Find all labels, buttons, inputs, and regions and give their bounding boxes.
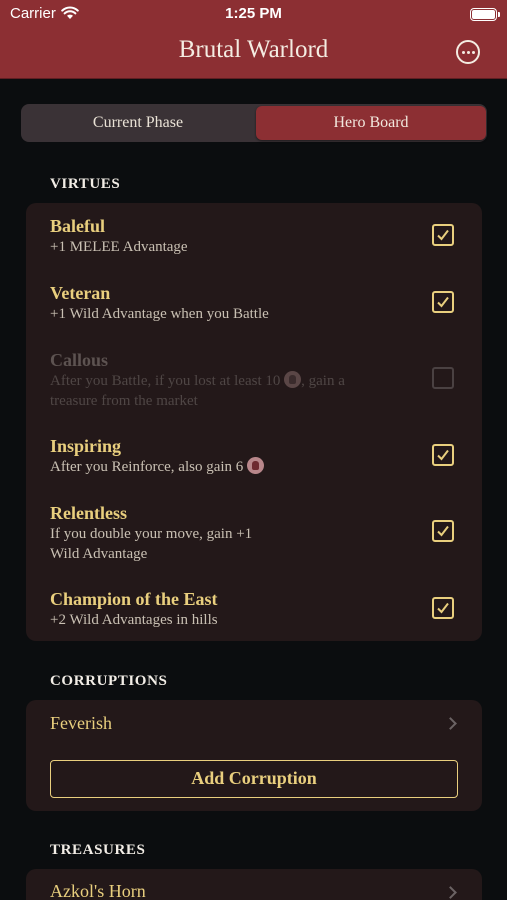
corruptions-list: Feverish Add Corruption <box>26 700 482 811</box>
segmented-control: Current Phase Hero Board <box>21 104 487 142</box>
treasure-azkols-horn[interactable]: Azkol's Horn <box>50 881 146 900</box>
virtue-name: Callous <box>50 350 109 370</box>
virtue-description-part: , gain a <box>301 373 345 389</box>
virtue-description: After you Reinforce, also gain 6 <box>50 457 430 477</box>
virtue-description-line2: treasure from the market <box>50 393 198 409</box>
page-title: Brutal Warlord <box>178 36 329 63</box>
checkbox-baleful[interactable] <box>432 224 454 246</box>
virtue-description-part: After you Battle, if you lost at least 1… <box>50 373 281 389</box>
clock: 1:25 PM <box>225 5 282 22</box>
virtue-name: Champion of the East <box>50 589 218 609</box>
virtue-baleful: Baleful +1 MELEE Advantage <box>50 215 430 257</box>
virtue-relentless: Relentless If you double your move, gain… <box>50 502 430 564</box>
virtue-champion-of-the-east: Champion of the East +2 Wild Advantages … <box>50 588 430 630</box>
tab-hero-board[interactable]: Hero Board <box>256 106 486 140</box>
status-bar: Carrier 1:25 PM <box>0 0 507 30</box>
virtues-list: Baleful +1 MELEE Advantage Veteran +1 Wi… <box>26 203 482 641</box>
checkbox-relentless[interactable] <box>432 520 454 542</box>
virtues-header: VIRTUES <box>50 176 121 192</box>
checkbox-champion-of-the-east[interactable] <box>432 597 454 619</box>
virtue-callous: Callous After you Battle, if you lost at… <box>50 349 430 411</box>
ellipsis-dot <box>467 51 470 54</box>
checkbox-veteran[interactable] <box>432 291 454 313</box>
reinforcement-token-icon <box>247 457 265 474</box>
add-corruption-button[interactable]: Add Corruption <box>50 760 458 798</box>
chevron-right-icon <box>444 717 457 730</box>
virtue-inspiring: Inspiring After you Reinforce, also gain… <box>50 435 430 477</box>
battery-icon <box>470 8 500 21</box>
virtue-name: Relentless <box>50 503 127 523</box>
virtue-description: +1 Wild Advantage when you Battle <box>50 306 269 322</box>
virtue-name: Veteran <box>50 283 111 303</box>
treasures-header: TREASURES <box>50 842 146 858</box>
virtue-name: Baleful <box>50 216 106 236</box>
virtue-description: +2 Wild Advantages in hills <box>50 612 218 628</box>
treasures-list: Azkol's Horn <box>26 869 482 900</box>
navigation-bar: Brutal Warlord <box>0 30 507 79</box>
virtue-description: +1 MELEE Advantage <box>50 239 188 255</box>
checkbox-callous[interactable] <box>432 367 454 389</box>
virtue-description: If you double your move, gain +1 <box>50 526 253 542</box>
virtue-name: Inspiring <box>50 436 122 456</box>
corruptions-header: CORRUPTIONS <box>50 673 168 689</box>
virtue-description-part: After you Reinforce, also gain 6 <box>50 459 244 475</box>
ellipsis-dot <box>462 51 465 54</box>
virtue-veteran: Veteran +1 Wild Advantage when you Battl… <box>50 282 430 324</box>
virtue-description: After you Battle, if you lost at least 1… <box>50 371 430 391</box>
checkbox-inspiring[interactable] <box>432 444 454 466</box>
reinforcement-token-icon <box>284 371 302 388</box>
more-options-button[interactable] <box>456 40 480 64</box>
virtue-description-line2: Wild Advantage <box>50 546 148 562</box>
chevron-right-icon <box>444 886 457 899</box>
ellipsis-dot <box>472 51 475 54</box>
tab-current-phase[interactable]: Current Phase <box>23 106 253 140</box>
corruption-feverish[interactable]: Feverish <box>50 713 112 734</box>
